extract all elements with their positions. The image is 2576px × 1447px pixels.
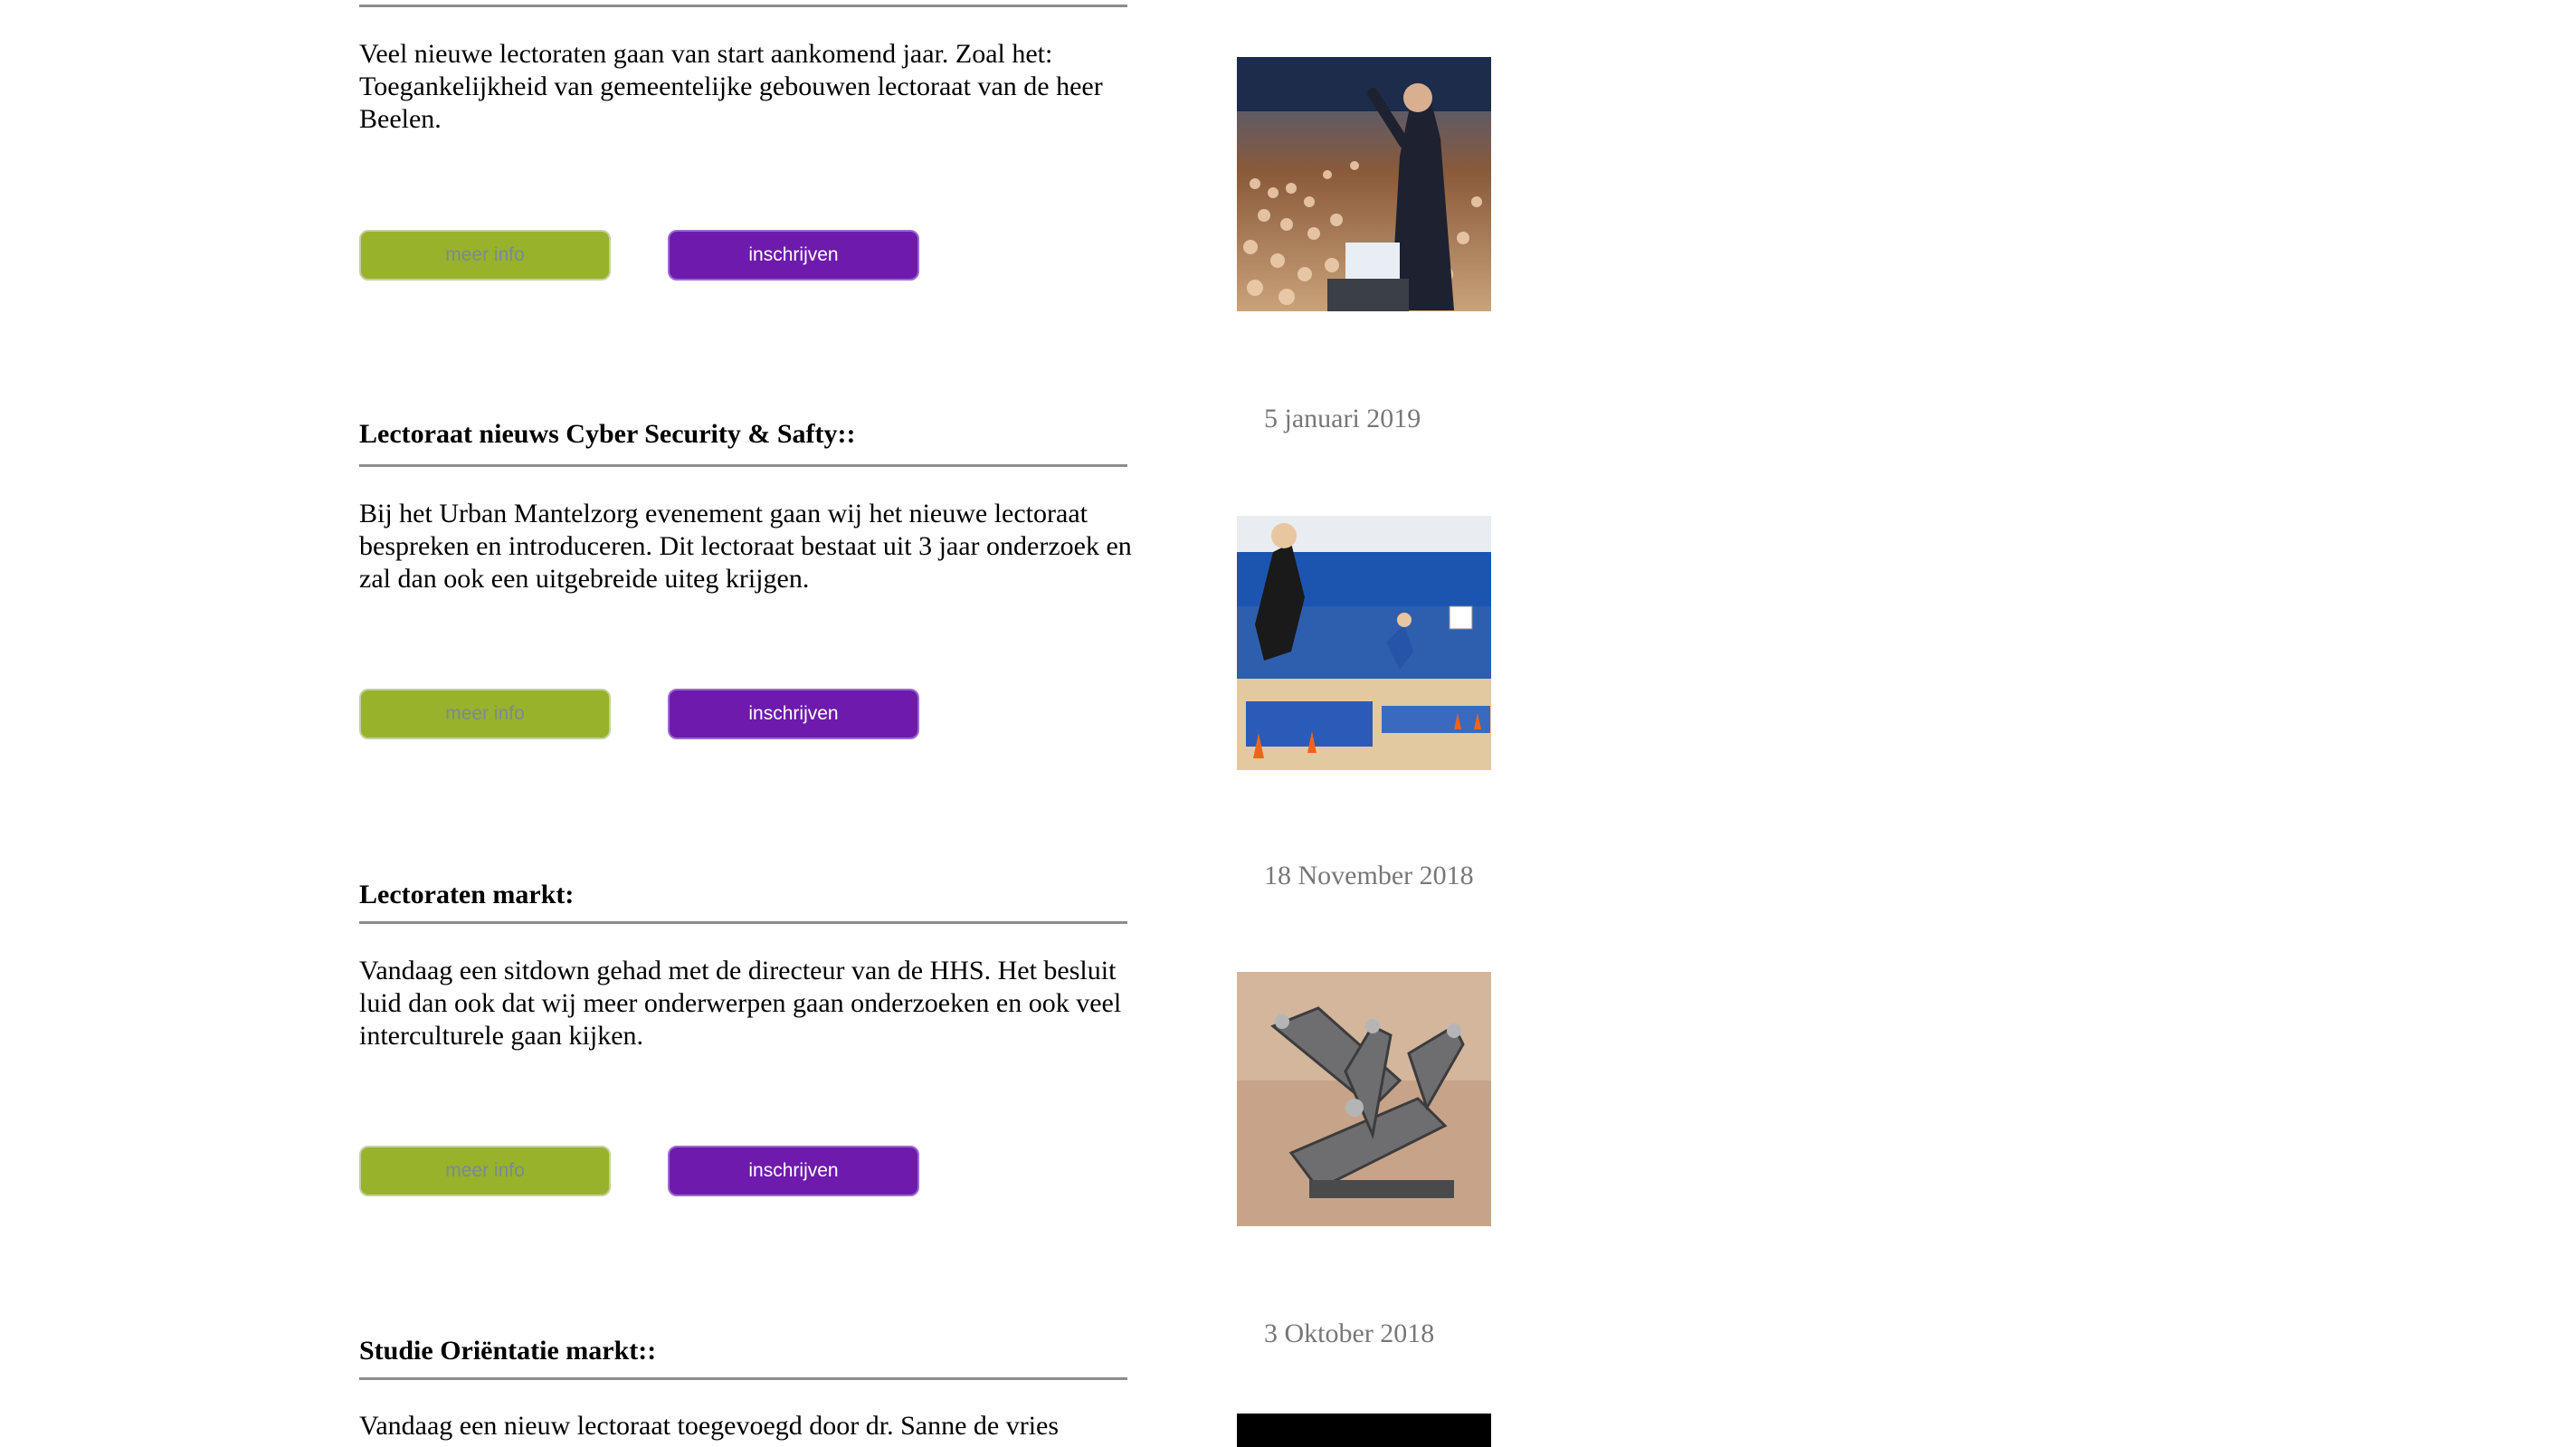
heading-divider — [359, 5, 1127, 7]
signup-button[interactable]: inschrijven — [668, 689, 919, 739]
article-date: 18 November 2018 — [1264, 861, 1474, 890]
article-body: Vandaag een sitdown gehad met de directe… — [359, 956, 1122, 1051]
more-info-button[interactable]: meer info — [359, 1146, 611, 1196]
article-date: 3 Oktober 2018 — [1264, 1318, 1435, 1348]
signup-button[interactable]: inschrijven — [668, 1146, 919, 1196]
article-date: 5 januari 2019 — [1264, 404, 1421, 433]
conference-audience-photo — [1237, 57, 1491, 311]
article-body: Vandaag een nieuw lectoraat toegevoegd d… — [359, 1411, 1060, 1441]
article-title: Lectoraten markt: — [359, 880, 575, 909]
article-body: Bij het Urban Mantelzorg evenement gaan … — [359, 499, 1132, 594]
article-title: Lectoraat nieuws Cyber Security & Safty:… — [359, 419, 856, 449]
heading-divider — [359, 921, 1127, 924]
more-info-button[interactable]: meer info — [359, 230, 611, 281]
metal-sculpture-photo — [1237, 972, 1491, 1226]
signup-button[interactable]: inschrijven — [668, 230, 919, 281]
dark-photo — [1237, 1414, 1491, 1447]
article-body: Veel nieuwe lectoraten gaan van start aa… — [359, 39, 1103, 134]
sports-hall-photo — [1237, 516, 1491, 770]
heading-divider — [359, 1377, 1127, 1380]
more-info-button[interactable]: meer info — [359, 689, 611, 739]
heading-divider — [359, 464, 1127, 467]
article-title: Studie Oriëntatie markt:: — [359, 1336, 657, 1366]
